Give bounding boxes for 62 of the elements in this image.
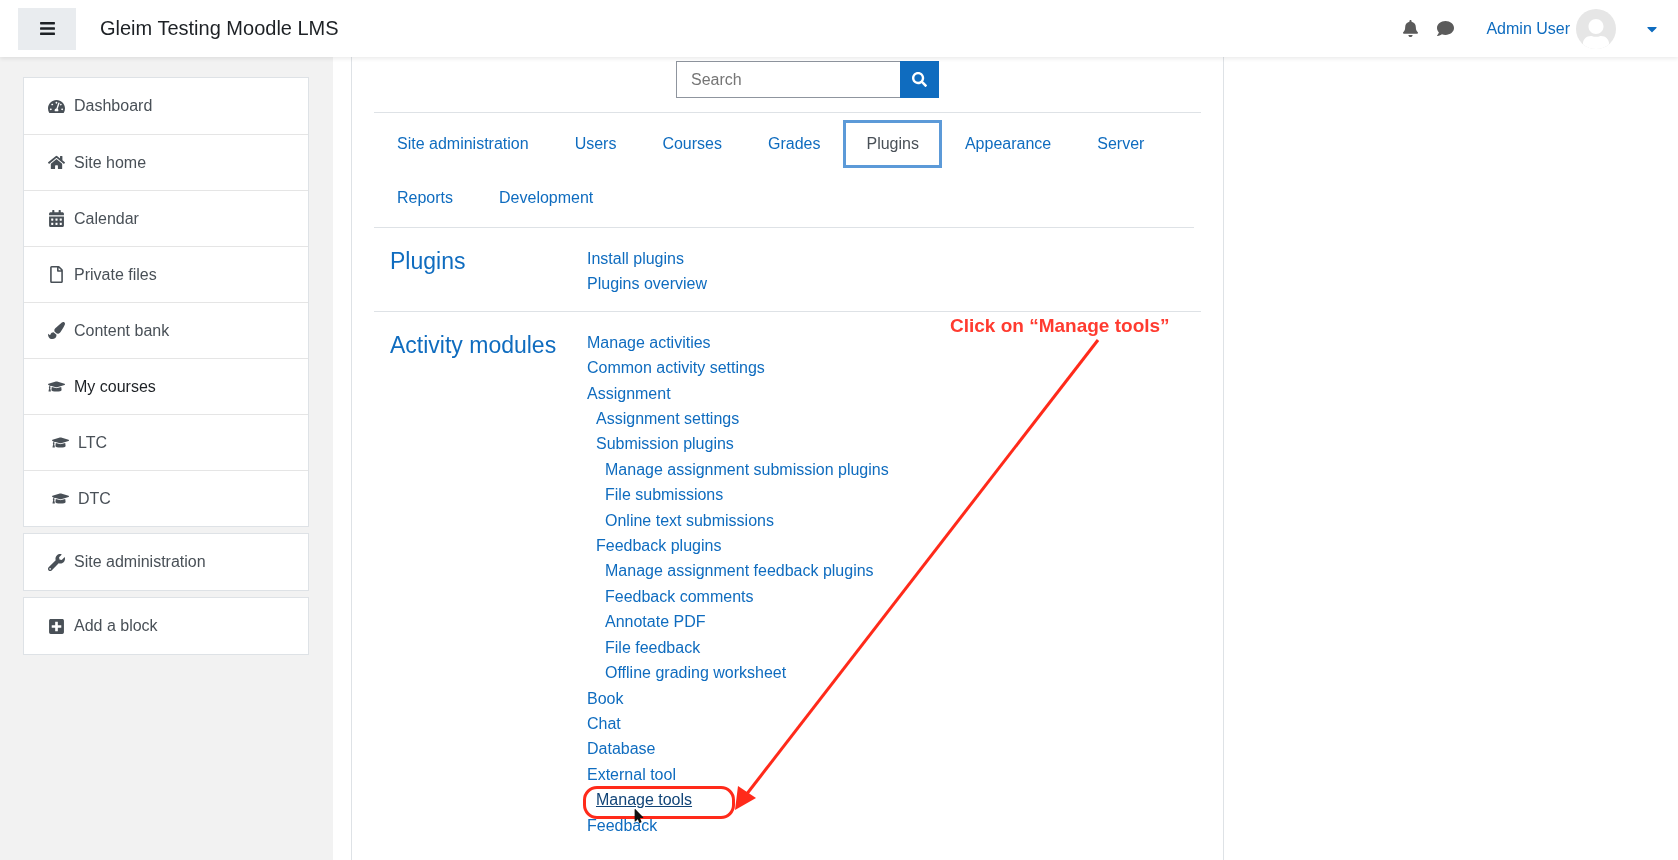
nav-link[interactable]: Annotate PDF [605,609,706,635]
sidebar-item[interactable]: Private files [24,246,308,302]
nav-link[interactable]: Chat [587,710,621,737]
nav-icon [48,266,65,283]
nav-icon [48,553,65,571]
nav-link[interactable]: Assignment [587,380,671,407]
nav-link[interactable]: Online text submissions [605,507,774,534]
tab[interactable]: Server [1074,120,1168,168]
nav-link[interactable]: Feedback comments [605,583,754,610]
nav-icon [48,97,65,115]
graduation-cap-icon [52,434,69,451]
search-field[interactable]: Search [676,61,900,98]
sidebar-item[interactable]: Site administration [24,534,308,590]
nav-link[interactable]: File feedback [605,634,701,661]
tab[interactable]: Grades [745,120,844,168]
sidebar-item[interactable]: Dashboard [24,78,308,134]
menu-button[interactable] [18,7,76,50]
nav-link[interactable]: Database [587,736,656,762]
sidebar-item[interactable]: Content bank [24,302,308,358]
nav-link[interactable]: Install plugins [587,246,684,272]
sidebar-item[interactable]: My courses [24,358,308,414]
tab[interactable]: Users [551,120,640,168]
nav-link[interactable]: Plugins overview [587,271,708,297]
nav-link[interactable]: Feedback [587,812,658,838]
nav-link[interactable]: Submission plugins [596,431,734,457]
nav-icon [48,154,65,171]
nav-link[interactable]: Common activity settings [587,355,765,381]
sidebar-item[interactable]: DTC [24,470,308,526]
nav-link[interactable]: Manage activities [587,329,711,356]
section-heading: Activity modules [390,330,558,360]
user-name[interactable]: Admin User [1486,19,1570,38]
nav-icon [48,617,65,635]
nav-link[interactable]: Manage assignment submission plugins [605,456,889,483]
nav-icon [48,322,65,339]
tab[interactable]: Appearance [941,120,1075,168]
tab[interactable]: Site administration [374,120,552,168]
sidebar-item[interactable]: Site home [24,134,308,190]
nav-link[interactable]: File submissions [605,482,724,508]
nav-link[interactable]: External tool [587,761,676,788]
site-title: Gleim Testing Moodle LMS [100,17,339,40]
section-heading: Plugins [390,247,467,276]
menu-icon [38,20,56,37]
nav-icon [48,378,65,395]
tab[interactable]: Reports [374,174,477,222]
nav-link[interactable]: Offline grading worksheet [605,660,787,686]
sidebar-item[interactable]: Add a block [24,598,308,654]
tab[interactable]: Plugins [843,120,942,168]
nav-link[interactable]: Feedback plugins [596,533,722,559]
search-button[interactable] [900,61,939,98]
nav-icon [48,210,65,227]
chat-icon[interactable] [1437,20,1455,37]
sidebar-item[interactable]: LTC [24,414,308,470]
tab[interactable]: Courses [639,120,745,168]
nav-link[interactable]: Book [587,685,624,711]
sidebar-item[interactable]: Calendar [24,190,308,246]
bell-icon[interactable] [1402,20,1420,37]
search-icon [912,72,927,87]
tab[interactable]: Development [476,174,617,222]
annotation-text: Click on “Manage tools” [950,315,1170,337]
nav-link[interactable]: Manage assignment feedback plugins [605,558,874,584]
graduation-cap-icon [52,490,69,507]
nav-link[interactable]: Assignment settings [596,406,740,432]
